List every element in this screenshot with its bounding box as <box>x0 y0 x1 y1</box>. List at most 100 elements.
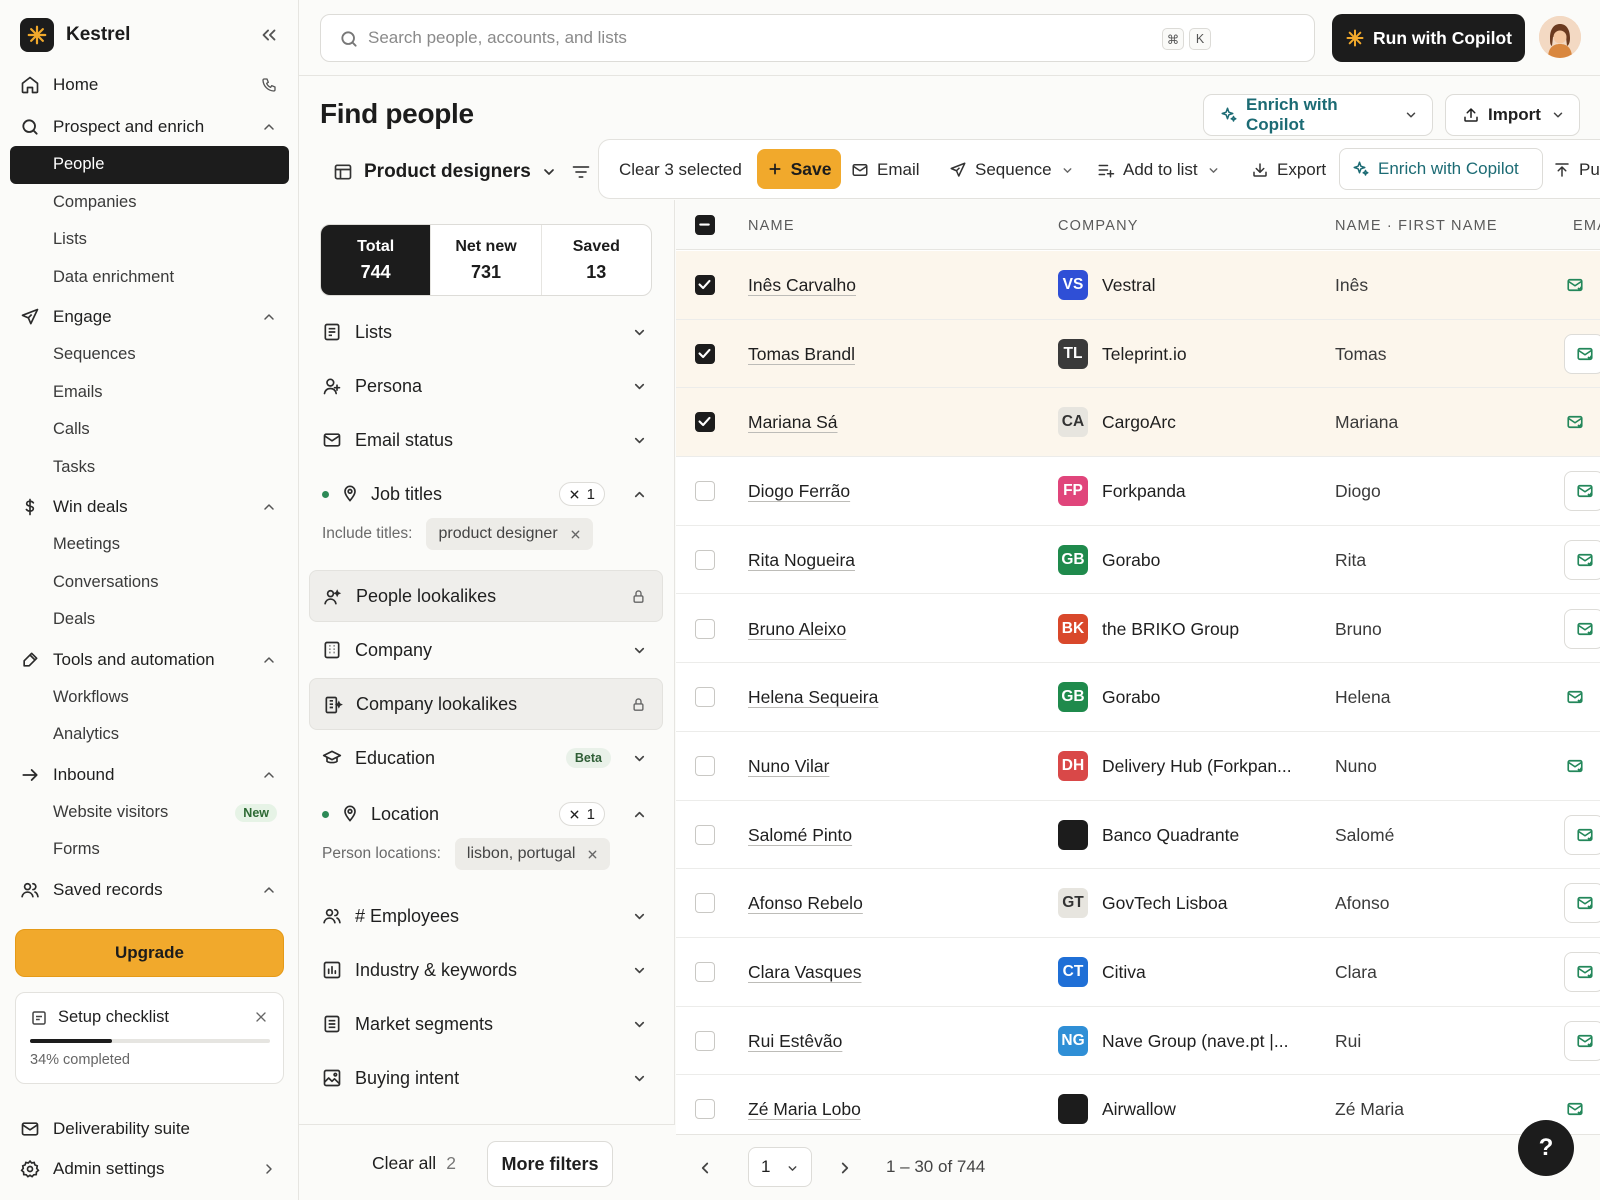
company-name[interactable]: Teleprint.io <box>1102 344 1187 365</box>
nav-companies[interactable]: Companies <box>10 184 289 222</box>
row-checkbox[interactable] <box>695 755 715 776</box>
chevron-right-icon[interactable] <box>836 1159 854 1177</box>
filter-location[interactable]: Location 1 <box>309 788 663 840</box>
enrich-with-copilot-dropdown[interactable]: Enrich with Copilot <box>1203 94 1433 136</box>
email-verified-icon[interactable] <box>1576 551 1594 569</box>
person-name-link[interactable]: Mariana Sá <box>748 412 838 433</box>
nav-data-enrichment[interactable]: Data enrichment <box>10 259 289 297</box>
row-checkbox[interactable] <box>695 1099 715 1120</box>
person-name-link[interactable]: Helena Sequeira <box>748 687 878 708</box>
nav-sequences[interactable]: Sequences <box>10 336 289 374</box>
location-count-chip[interactable]: 1 <box>558 802 605 826</box>
nav-home[interactable]: Home <box>10 66 289 104</box>
email-verified-icon[interactable] <box>1576 1032 1594 1050</box>
table-row[interactable]: Salomé Pinto Banco Quadrante Salomé <box>676 801 1600 870</box>
remove-tag-icon[interactable] <box>570 529 581 540</box>
location-tag[interactable]: lisbon, portugal <box>454 838 611 870</box>
table-row[interactable]: Afonso Rebelo GT GovTech Lisboa Afonso <box>676 869 1600 938</box>
filter-company[interactable]: Company <box>309 624 663 676</box>
filter-education[interactable]: Education Beta <box>309 732 663 784</box>
row-checkbox[interactable] <box>695 893 715 914</box>
filter-job-titles[interactable]: Job titles 1 <box>309 468 663 520</box>
email-verified-icon[interactable] <box>1566 1100 1584 1118</box>
row-checkbox[interactable] <box>695 824 715 845</box>
column-first-name[interactable]: NAME · FIRST NAME <box>1335 218 1498 234</box>
company-name[interactable]: Nave Group (nave.pt |... <box>1102 1031 1288 1052</box>
row-checkbox[interactable] <box>695 549 715 570</box>
nav-people[interactable]: People <box>10 146 289 184</box>
nav-tasks[interactable]: Tasks <box>10 449 289 487</box>
email-verified-icon[interactable] <box>1566 688 1584 706</box>
saved-search-select[interactable]: Product designers <box>333 158 557 186</box>
filter-buying-intent[interactable]: Buying intent <box>309 1052 663 1104</box>
select-all-checkbox[interactable] <box>695 215 715 235</box>
column-company[interactable]: COMPANY <box>1058 218 1139 234</box>
nav-workflows[interactable]: Workflows <box>10 679 289 717</box>
email-verified-icon[interactable] <box>1576 894 1594 912</box>
column-name[interactable]: NAME <box>748 218 795 234</box>
add-to-list-dropdown[interactable]: Add to list <box>1097 140 1220 200</box>
title-tag[interactable]: product designer <box>426 518 593 550</box>
setup-checklist[interactable]: Setup checklist 34% completed <box>15 992 284 1084</box>
filter-people-lookalikes[interactable]: People lookalikes <box>309 570 663 622</box>
nav-tools[interactable]: Tools and automation <box>10 641 289 679</box>
push-button[interactable]: Pus <box>1553 140 1600 200</box>
nav-saved-records[interactable]: Saved records <box>10 871 289 909</box>
nav-website-visitors[interactable]: Website visitors New <box>10 794 289 832</box>
nav-win-deals[interactable]: Win deals <box>10 488 289 526</box>
column-email[interactable]: EMA <box>1573 218 1600 234</box>
email-verified-icon[interactable] <box>1566 757 1584 775</box>
more-filters-button[interactable]: More filters <box>487 1141 613 1187</box>
row-checkbox[interactable] <box>695 343 715 364</box>
nav-conversations[interactable]: Conversations <box>10 564 289 602</box>
email-verified-icon[interactable] <box>1576 345 1594 363</box>
company-name[interactable]: Citiva <box>1102 962 1146 983</box>
row-checkbox[interactable] <box>695 481 715 502</box>
person-name-link[interactable]: Salomé Pinto <box>748 825 852 846</box>
person-name-link[interactable]: Rita Nogueira <box>748 550 855 571</box>
filter-company-lookalikes[interactable]: Company lookalikes <box>309 678 663 730</box>
save-button[interactable]: Save <box>757 149 841 189</box>
person-name-link[interactable]: Bruno Aleixo <box>748 619 846 640</box>
person-name-link[interactable]: Rui Estêvão <box>748 1031 842 1052</box>
filter-lines-icon[interactable] <box>571 162 591 182</box>
company-name[interactable]: GovTech Lisboa <box>1102 893 1228 914</box>
nav-inbound[interactable]: Inbound <box>10 756 289 794</box>
person-name-link[interactable]: Zé Maria Lobo <box>748 1099 861 1120</box>
collapse-sidebar-icon[interactable] <box>258 24 280 46</box>
nav-emails[interactable]: Emails <box>10 374 289 412</box>
email-verified-icon[interactable] <box>1566 413 1584 431</box>
nav-admin-settings[interactable]: Admin settings <box>10 1150 289 1188</box>
user-avatar[interactable] <box>1539 16 1581 58</box>
row-checkbox[interactable] <box>695 962 715 982</box>
nav-lists[interactable]: Lists <box>10 221 289 259</box>
row-checkbox[interactable] <box>695 1030 715 1051</box>
search-bar[interactable]: ⌘ K <box>320 14 1315 62</box>
table-row[interactable]: Mariana Sá CA CargoArc Mariana <box>676 388 1600 458</box>
clear-selection-button[interactable]: Clear 3 selected <box>619 140 742 200</box>
filter-email-status[interactable]: Email status <box>309 414 663 466</box>
email-verified-icon[interactable] <box>1576 963 1594 981</box>
company-name[interactable]: CargoArc <box>1102 412 1176 433</box>
company-name[interactable]: Vestral <box>1102 275 1156 296</box>
job-titles-count-chip[interactable]: 1 <box>558 482 605 506</box>
nav-deliverability[interactable]: Deliverability suite <box>10 1110 289 1148</box>
company-name[interactable]: Banco Quadrante <box>1102 825 1239 846</box>
tab-total[interactable]: Total 744 <box>321 225 432 295</box>
page-select[interactable]: 1 <box>748 1147 812 1187</box>
table-row[interactable]: Rui Estêvão NG Nave Group (nave.pt |... Rui <box>676 1007 1600 1076</box>
person-name-link[interactable]: Nuno Vilar <box>748 756 829 777</box>
table-row[interactable]: Nuno Vilar DH Delivery Hub (Forkpan... Nuno <box>676 732 1600 801</box>
table-row[interactable]: Rita Nogueira GB Gorabo Rita <box>676 526 1600 595</box>
sequence-dropdown[interactable]: Sequence <box>949 140 1074 200</box>
email-verified-icon[interactable] <box>1576 482 1594 500</box>
table-row[interactable]: Helena Sequeira GB Gorabo Helena <box>676 663 1600 732</box>
search-input[interactable] <box>368 15 1148 61</box>
email-verified-icon[interactable] <box>1566 276 1584 294</box>
filter-employees[interactable]: # Employees <box>309 890 663 942</box>
upgrade-button[interactable]: Upgrade <box>15 929 284 977</box>
company-name[interactable]: Forkpanda <box>1102 481 1186 502</box>
filter-lists[interactable]: Lists <box>309 306 663 358</box>
import-dropdown[interactable]: Import <box>1445 94 1580 136</box>
row-checkbox[interactable] <box>695 618 715 639</box>
